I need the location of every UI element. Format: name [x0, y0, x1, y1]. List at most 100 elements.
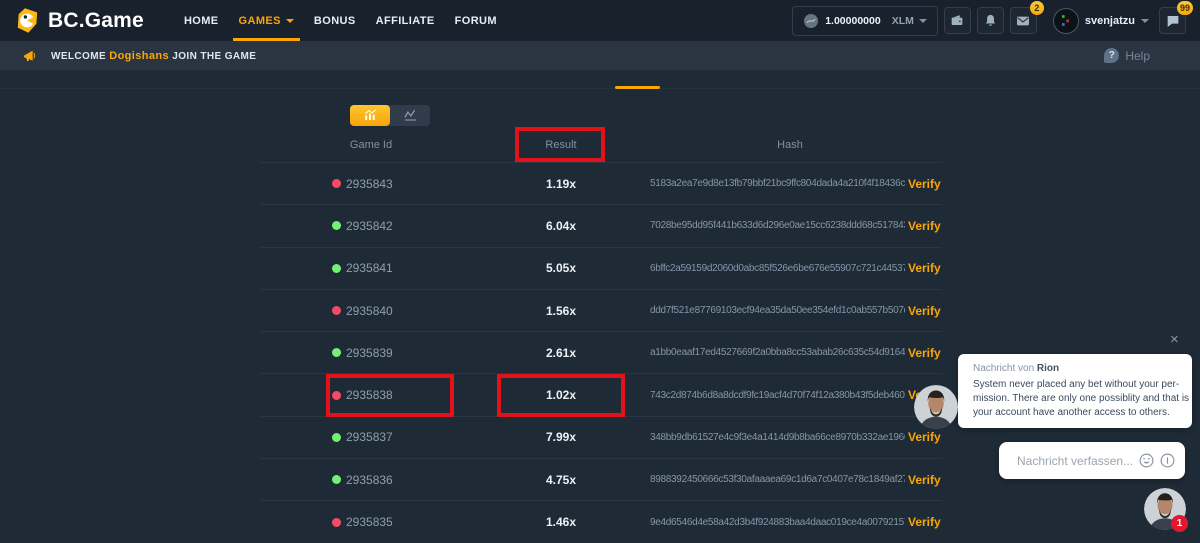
- hash-value: ddd7f521e87769103ecf94ea35da50ee354efd1c…: [650, 305, 905, 316]
- table-row: 2935835 1.46x 9e4d6546d4e58a42d3b4f92488…: [260, 500, 942, 542]
- help-button[interactable]: ? Help: [1104, 48, 1150, 63]
- emoji-icon[interactable]: [1138, 452, 1155, 469]
- column-header-hash: Hash: [640, 139, 940, 151]
- hash-value: 8988392450666c53f30afaaaea69c1d6a7c0407e…: [650, 474, 905, 485]
- game-id: 2935835: [346, 515, 393, 529]
- active-tab-indicator: [615, 86, 660, 89]
- verify-link[interactable]: Verify: [908, 261, 941, 275]
- hash-value: 6bffc2a59159d2060d0abc85f526e6be676e5590…: [650, 263, 905, 274]
- status-dot: [332, 391, 341, 400]
- bcgame-logo-icon: [14, 7, 41, 34]
- table-row: 2935836 4.75x 8988392450666c53f30afaaaea…: [260, 458, 942, 500]
- chat-input-bar: [999, 442, 1185, 479]
- chat-message-line: System never placed any bet without your…: [973, 378, 1184, 392]
- close-icon[interactable]: ×: [1170, 332, 1179, 347]
- status-dot: [332, 264, 341, 273]
- hash-value: 5183a2ea7e9d8e13fb79bbf21bc9ffc804dada4a…: [650, 178, 905, 189]
- chat-bubble-icon: [1165, 13, 1181, 29]
- chat-badge: 99: [1177, 1, 1193, 15]
- nav-item-affiliate[interactable]: AFFILIATE: [366, 0, 445, 41]
- column-header-result: Result: [489, 139, 633, 151]
- user-menu[interactable]: svenjatzu: [1053, 8, 1149, 34]
- chat-toggle-button[interactable]: 99: [1159, 7, 1186, 34]
- status-dot: [332, 348, 341, 357]
- nav-item-forum[interactable]: FORUM: [445, 0, 507, 41]
- result-value: 7.99x: [490, 430, 632, 444]
- table-row: 2935839 2.61x a1bb0eaaf17ed4527669f2a0bb…: [260, 331, 942, 373]
- game-id-cell: 2935837: [260, 430, 490, 444]
- table-row: 2935843 1.19x 5183a2ea7e9d8e13fb79bbf21b…: [260, 162, 942, 204]
- hash-value: 743c2d874b6d8a8dcdf9fc19acf4d70f74f12a38…: [650, 390, 905, 401]
- messages-button[interactable]: 2: [1010, 7, 1037, 34]
- brand-logo[interactable]: BC.Game: [14, 7, 144, 34]
- table-view-button[interactable]: [350, 105, 390, 126]
- chat-message-text: System never placed any bet without your…: [973, 378, 1184, 420]
- game-id: 2935840: [346, 304, 393, 318]
- result-value: 4.75x: [490, 473, 632, 487]
- chat-sender: Rion: [1037, 363, 1059, 374]
- nav-label: HOME: [184, 15, 219, 27]
- unread-count-badge: 1: [1171, 515, 1188, 532]
- announcement-username[interactable]: Dogishans: [109, 50, 169, 62]
- wallet-icon: [949, 13, 965, 29]
- wallet-button[interactable]: [944, 7, 971, 34]
- content-divider: [0, 88, 1200, 89]
- nav-item-home[interactable]: HOME: [174, 0, 229, 41]
- nav-label: FORUM: [455, 15, 497, 27]
- table-row: 2935841 5.05x 6bffc2a59159d2060d0abc85f5…: [260, 247, 942, 289]
- balance-selector[interactable]: 1.00000000 XLM: [792, 6, 938, 36]
- game-id: 2935839: [346, 346, 393, 360]
- nav-label: GAMES: [239, 15, 281, 27]
- hash-value: 348bb9db61527e4c9f3e4a1414d9b8ba66ce8970…: [650, 432, 905, 443]
- game-id: 2935837: [346, 430, 393, 444]
- column-header-game-id: Game Id: [299, 139, 443, 151]
- result-value: 1.56x: [490, 304, 632, 318]
- chat-message-line: mission. There are only one possiblity a…: [973, 392, 1184, 406]
- announcement-bar: WELCOME Dogishans JOIN THE GAME ? Help: [0, 41, 1200, 70]
- game-id-cell: 2935840: [260, 304, 490, 318]
- status-dot: [332, 433, 341, 442]
- avatar: [1053, 8, 1079, 34]
- result-value: 2.61x: [490, 346, 632, 360]
- status-dot: [332, 306, 341, 315]
- bar-chart-icon: [363, 108, 378, 123]
- game-id-cell: 2935838: [260, 388, 490, 402]
- megaphone-icon: [22, 48, 38, 64]
- nav-item-bonus[interactable]: BONUS: [304, 0, 366, 41]
- table-row: 2935838 1.02x 743c2d874b6d8a8dcdf9fc19ac…: [260, 373, 942, 415]
- verify-link[interactable]: Verify: [908, 473, 941, 487]
- table-row: 2935842 6.04x 7028be95dd95f441b633d6d296…: [260, 204, 942, 246]
- chat-message-line: your account have another access to othe…: [973, 406, 1184, 420]
- verify-link[interactable]: Verify: [908, 515, 941, 529]
- chat-sender-avatar: [914, 385, 958, 429]
- result-value: 1.46x: [490, 515, 632, 529]
- trend-chart-icon: [403, 108, 418, 123]
- coin-icon: [803, 13, 819, 29]
- verify-link[interactable]: Verify: [908, 177, 941, 191]
- notifications-button[interactable]: [977, 7, 1004, 34]
- chevron-down-icon: [286, 19, 294, 23]
- nav-label: BONUS: [314, 15, 356, 27]
- main-nav: HOME GAMES BONUS AFFILIATE FORUM: [174, 0, 507, 41]
- table-body: 2935843 1.19x 5183a2ea7e9d8e13fb79bbf21b…: [260, 162, 942, 543]
- chat-message-input[interactable]: [1015, 453, 1134, 469]
- hash-value: 9e4d6546d4e58a42d3b4f924883baa4daac019ce…: [650, 517, 905, 528]
- trend-view-button[interactable]: [390, 105, 430, 126]
- result-value: 5.05x: [490, 261, 632, 275]
- result-value: 6.04x: [490, 219, 632, 233]
- game-id-cell: 2935843: [260, 177, 490, 191]
- header-right: 1.00000000 XLM: [792, 6, 1186, 36]
- balance-currency: XLM: [892, 15, 914, 27]
- history-view-toggle: [350, 105, 430, 126]
- nav-item-games[interactable]: GAMES: [229, 0, 304, 41]
- mail-badge: 2: [1030, 1, 1044, 15]
- announcement-suffix: JOIN THE GAME: [172, 51, 256, 62]
- announcement-prefix: WELCOME: [51, 51, 106, 62]
- verify-link[interactable]: Verify: [908, 346, 941, 360]
- verify-link[interactable]: Verify: [908, 219, 941, 233]
- verify-link[interactable]: Verify: [908, 430, 941, 444]
- commands-icon[interactable]: [1159, 452, 1176, 469]
- mail-icon: [1015, 13, 1031, 29]
- verify-link[interactable]: Verify: [908, 304, 941, 318]
- status-dot: [332, 221, 341, 230]
